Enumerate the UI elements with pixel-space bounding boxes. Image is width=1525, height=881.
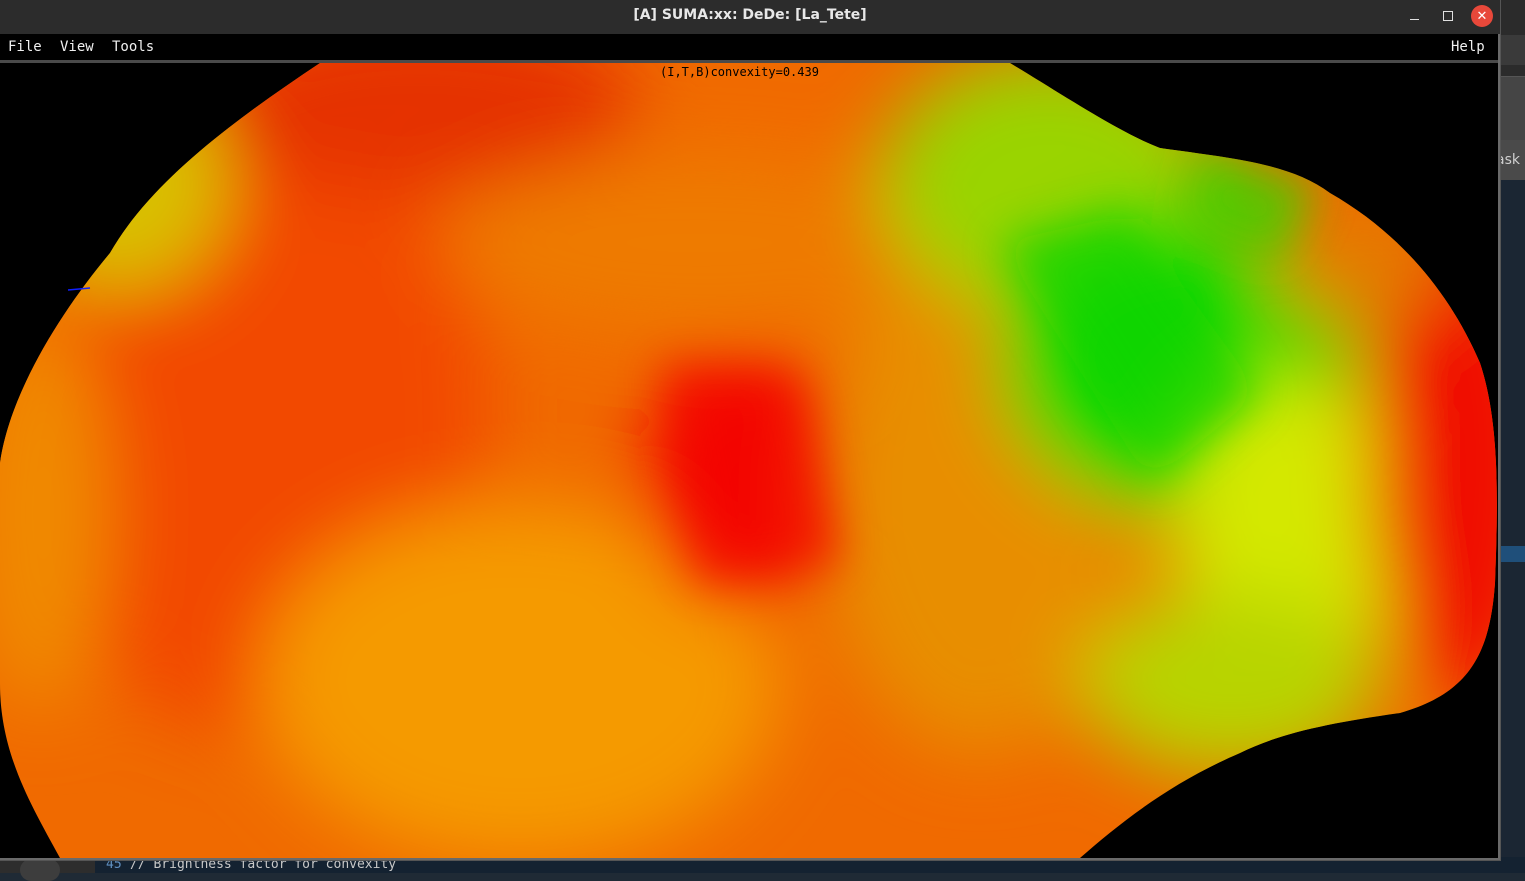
menu-file[interactable]: File	[8, 39, 42, 55]
background-app-selection	[1500, 546, 1525, 562]
maximize-button[interactable]	[1437, 5, 1459, 27]
suma-window: [A] SUMA:xx: DeDe: [La_Tete] ✕ File View…	[0, 0, 1500, 860]
surface-rendering[interactable]	[0, 63, 1498, 858]
convexity-readout: (I,T,B)convexity=0.439	[660, 65, 819, 79]
gutter-avatar	[20, 859, 60, 881]
background-app-panel: ask	[1500, 0, 1525, 873]
close-icon: ✕	[1476, 8, 1488, 24]
surface-viewport[interactable]: (I,T,B)convexity=0.439	[0, 63, 1498, 858]
window-right-edge	[1498, 34, 1500, 860]
background-app-content	[1500, 180, 1525, 873]
maximize-icon	[1443, 11, 1453, 21]
menu-bar: File View Tools Help	[0, 34, 1500, 63]
minimize-icon	[1409, 18, 1419, 20]
window-title: [A] SUMA:xx: DeDe: [La_Tete]	[633, 7, 867, 23]
menu-view[interactable]: View	[60, 39, 94, 55]
window-titlebar[interactable]: [A] SUMA:xx: DeDe: [La_Tete] ✕	[0, 0, 1500, 34]
window-bottom-edge	[0, 858, 1500, 860]
minimize-button[interactable]	[1403, 5, 1425, 27]
background-app-scrollbar[interactable]	[1500, 76, 1525, 167]
close-button[interactable]: ✕	[1471, 5, 1493, 27]
background-app-tab[interactable]: ask	[1500, 140, 1525, 180]
menu-help[interactable]: Help	[1451, 39, 1485, 55]
menu-tools[interactable]: Tools	[112, 39, 154, 55]
background-app-tab-label: ask	[1500, 152, 1520, 168]
background-app-toolbar	[1500, 35, 1525, 65]
